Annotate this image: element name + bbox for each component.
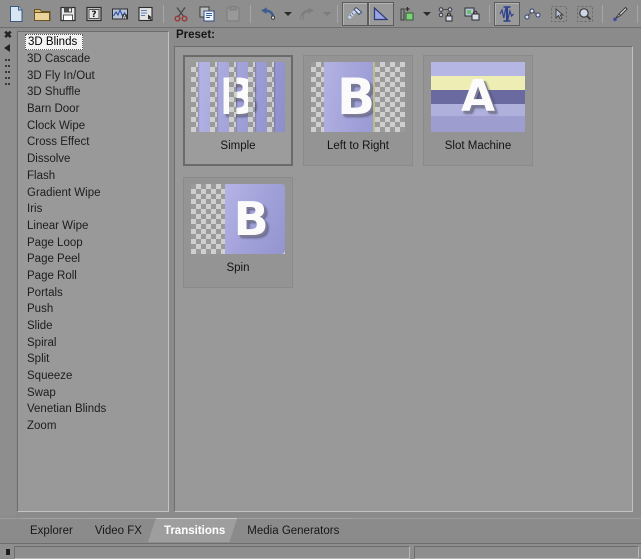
status-field-left [14,546,410,559]
transition-list-item[interactable]: Split [18,351,168,368]
status-marker [6,549,10,555]
status-field-right [414,546,639,559]
paste-icon [220,2,246,26]
panel-tabs: Explorer Video FX Transitions Media Generat… [0,518,641,542]
toolbar-separator [637,4,638,23]
transition-list-item[interactable]: Portals [18,285,168,302]
project-props-icon[interactable] [133,2,159,26]
transition-list-item[interactable]: Slide [18,318,168,335]
open-folder-icon[interactable] [29,2,55,26]
enable-snapping-icon[interactable] [342,1,368,26]
transition-list-item[interactable]: Venetian Blinds [18,401,168,418]
cut-icon[interactable] [168,2,194,26]
dock-strip: ✖ [0,29,16,516]
transition-list-item[interactable]: Cross Effect [18,134,168,151]
preset-name: Simple [220,140,256,152]
insert-track-icon[interactable] [394,2,420,26]
ignore-grouping-icon[interactable] [459,2,485,26]
transition-list-item-label: 3D Blinds [25,34,84,50]
transition-category-list[interactable]: 3D Blinds 3D Cascade 3D Fly In/Out 3D Shuff… [17,31,169,512]
wipe-overlay-left [311,62,325,132]
preset-name: Left to Right [326,140,389,152]
lock-envelope-icon[interactable] [433,2,459,26]
transition-list-item[interactable]: 3D Shuffle [18,84,168,101]
auto-ripple-icon[interactable] [368,1,394,26]
transition-list-item[interactable]: Linear Wipe [18,218,168,235]
zoom-tool-icon[interactable] [572,2,598,26]
thumbnail-letter: B [337,68,376,126]
preset-thumbnail: B [191,62,285,132]
transition-list-item[interactable]: 3D Fly In/Out [18,68,168,85]
transition-list-item[interactable]: Gradient Wipe [18,185,168,202]
render-as-icon[interactable]: A [107,2,133,26]
paint-tool-icon[interactable] [607,2,633,26]
selection-tool-icon[interactable] [546,2,572,26]
preset-thumbnail: B [191,184,285,254]
envelope-tool-icon[interactable] [520,2,546,26]
new-project-icon[interactable] [3,2,29,26]
tab-video-fx[interactable]: Video FX [79,518,154,542]
preset-panel: B Simple B Left to Right A Slot Machine B Spin [174,46,633,512]
redo-dropdown-icon [320,2,333,26]
transition-list-item[interactable]: Push [18,301,168,318]
thumbnail-letter: B [218,68,258,126]
preset-thumbnail: A [431,62,525,132]
undo-icon[interactable] [255,2,281,26]
preset-card[interactable]: B Simple [183,55,293,166]
tab-transitions[interactable]: Transitions [148,518,237,542]
copy-icon[interactable] [194,2,220,26]
thumbnail-letter: A [460,71,496,122]
preset-name: Slot Machine [444,140,512,152]
transition-list-item[interactable]: Page Loop [18,235,168,252]
transition-list-item[interactable]: Dissolve [18,151,168,168]
save-icon[interactable] [55,2,81,26]
preset-thumbnail: B [311,62,405,132]
insert-track-dropdown-icon[interactable] [420,2,433,26]
transition-list-item[interactable]: Clock Wipe [18,118,168,135]
preset-card[interactable]: B Left to Right [303,55,413,166]
transition-list-item[interactable]: Squeeze [18,368,168,385]
undo-dropdown-icon[interactable] [281,2,294,26]
toolbar-separator [489,4,490,23]
toolbar-separator [250,4,251,23]
preset-grid: B Simple B Left to Right A Slot Machine B Spin [183,55,624,288]
wipe-overlay [372,62,405,132]
main-toolbar: ? A [0,0,641,28]
tab-explorer[interactable]: Explorer [14,518,85,542]
toolbar-separator [602,4,603,23]
transition-list-item[interactable]: Page Peel [18,251,168,268]
toolbar-separator [163,4,164,23]
transition-list-item[interactable]: 3D Cascade [18,51,168,68]
transition-list-item[interactable]: Swap [18,385,168,402]
transition-list-item[interactable]: Flash [18,168,168,185]
transition-list-item[interactable]: Zoom [18,418,168,435]
save-as-icon[interactable]: ? [81,2,107,26]
transition-list-scroll: 3D Blinds 3D Cascade 3D Fly In/Out 3D Shuff… [18,32,168,511]
collapse-arrow-icon[interactable] [4,44,10,52]
svg-text:A: A [123,14,127,20]
transition-list-item[interactable]: 3D Blinds [18,34,168,51]
status-strip [0,543,641,559]
application-window: ? A ✖ 3D Blinds 3D Cascade 3D Fly In/Out… [0,0,641,559]
tab-media-generators[interactable]: Media Generators [231,518,351,542]
transition-list-item[interactable]: Iris [18,201,168,218]
preset-card[interactable]: A Slot Machine [423,55,533,166]
drag-grip[interactable] [5,59,11,93]
thumbnail-letter: B [233,192,269,246]
close-icon[interactable]: ✖ [3,31,13,41]
toolbar-separator [337,4,338,23]
svg-text:?: ? [91,10,96,20]
preset-name: Spin [226,262,250,274]
transition-list-item[interactable]: Spiral [18,335,168,352]
transition-list-item[interactable]: Page Roll [18,268,168,285]
redo-icon [294,2,320,26]
preset-card[interactable]: B Spin [183,177,293,288]
edit-tool-icon[interactable] [494,1,520,26]
preset-label: Preset: [176,29,215,41]
transition-list-item[interactable]: Barn Door [18,101,168,118]
